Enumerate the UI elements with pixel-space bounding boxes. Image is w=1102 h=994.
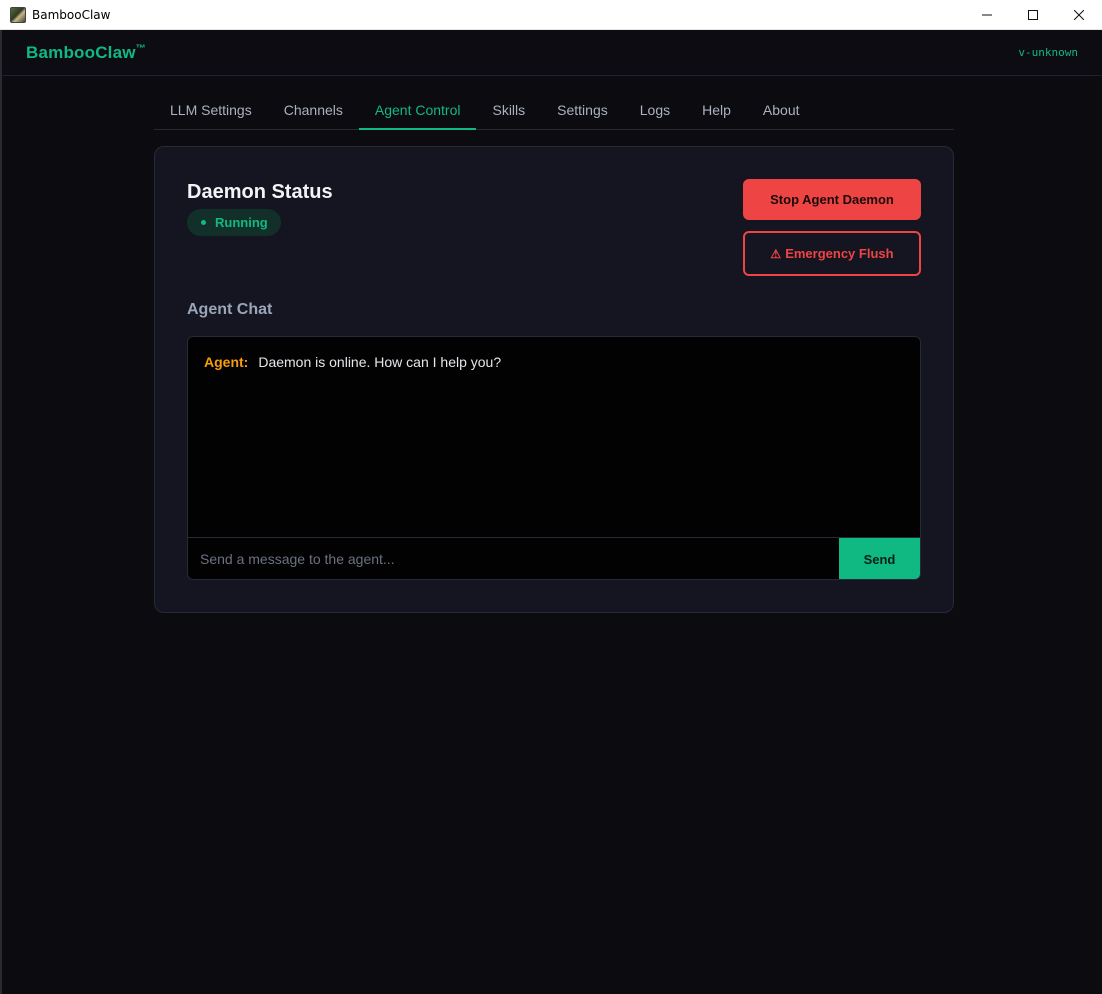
app-header: BambooClaw™ v-unknown [2, 30, 1102, 76]
chat-input-row: Send [188, 537, 920, 579]
emergency-flush-label: Emergency Flush [785, 246, 894, 261]
chat-box: Agent: Daemon is online. How can I help y… [187, 336, 921, 580]
maximize-icon[interactable] [1010, 0, 1056, 30]
chat-message-input[interactable] [188, 538, 839, 579]
tab-agent-control[interactable]: Agent Control [358, 94, 477, 130]
stop-daemon-button[interactable]: Stop Agent Daemon [743, 179, 921, 220]
status-badge: Running [187, 209, 281, 236]
window-titlebar: BambooClaw [0, 0, 1102, 30]
chat-messages[interactable]: Agent: Daemon is online. How can I help y… [188, 337, 920, 537]
app-root: BambooClaw™ v-unknown LLM Settings Chann… [0, 30, 1102, 994]
tab-about[interactable]: About [747, 94, 816, 130]
minimize-icon[interactable] [964, 0, 1010, 30]
brand-logo: BambooClaw™ [26, 43, 146, 63]
send-button[interactable]: Send [839, 538, 920, 579]
message-sender: Agent: [204, 354, 249, 370]
tab-llm-settings[interactable]: LLM Settings [154, 94, 268, 130]
window-title: BambooClaw [32, 7, 111, 22]
app-icon [10, 6, 26, 23]
tab-bar: LLM Settings Channels Agent Control Skil… [154, 94, 954, 130]
agent-chat-title: Agent Chat [187, 301, 273, 318]
warning-icon: ⚠ [770, 246, 782, 261]
chat-message: Agent: Daemon is online. How can I help y… [204, 354, 904, 370]
tab-logs[interactable]: Logs [624, 94, 686, 130]
status-text: Running [215, 215, 268, 230]
daemon-status-title: Daemon Status [187, 181, 333, 203]
window-controls [964, 0, 1102, 30]
version-label: v-unknown [1018, 46, 1078, 59]
tab-settings[interactable]: Settings [541, 94, 624, 130]
tab-skills[interactable]: Skills [476, 94, 541, 130]
emergency-flush-button[interactable]: ⚠ Emergency Flush [743, 231, 921, 276]
brand-name: BambooClaw [26, 42, 136, 62]
close-icon[interactable] [1056, 0, 1102, 30]
tab-help[interactable]: Help [686, 94, 747, 130]
message-text: Daemon is online. How can I help you? [258, 354, 502, 370]
trademark: ™ [135, 42, 146, 54]
status-dot-icon [201, 220, 206, 225]
tab-channels[interactable]: Channels [268, 94, 359, 130]
agent-control-card: Daemon Status Running Stop Agent Daemon … [154, 146, 954, 613]
